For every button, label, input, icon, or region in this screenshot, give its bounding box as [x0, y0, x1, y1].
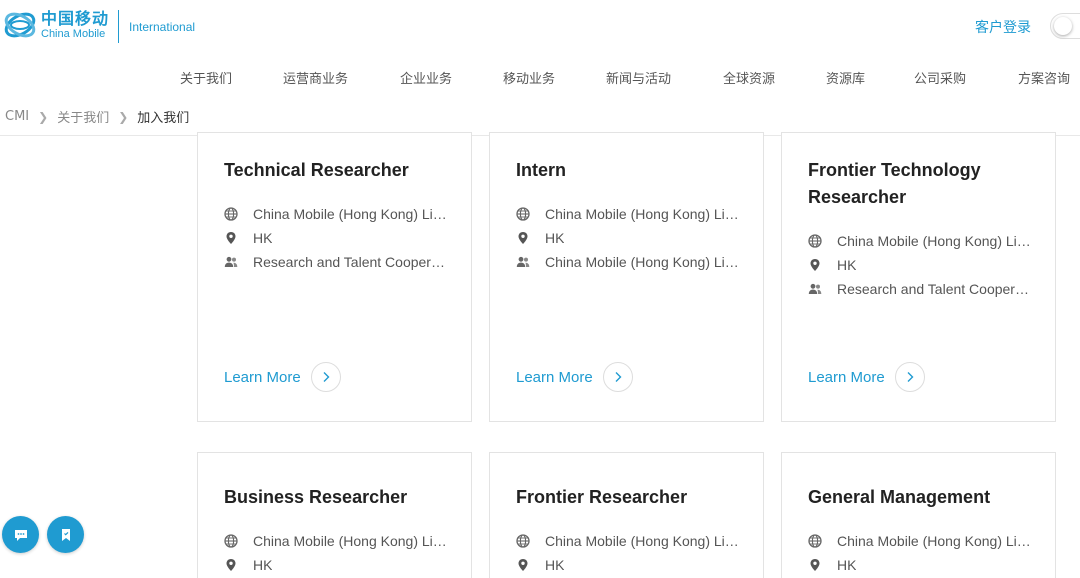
- people-icon: [808, 282, 822, 296]
- learn-more-label[interactable]: Learn More: [224, 369, 301, 386]
- job-card[interactable]: Frontier Technology Researcher China Mob…: [781, 132, 1056, 422]
- job-location: HK: [516, 226, 564, 250]
- job-company: China Mobile (Hong Kong) Limited: [516, 202, 740, 226]
- main-nav: 关于我们 运营商业务 企业业务 移动业务 新闻与活动 全球资源 资源库 公司采购…: [0, 68, 1080, 88]
- nav-item-about[interactable]: 关于我们: [180, 68, 232, 87]
- job-card[interactable]: Technical Researcher China Mobile (Hong …: [197, 132, 472, 422]
- job-title: Business Researcher: [224, 487, 408, 507]
- learn-more-label[interactable]: Learn More: [808, 369, 885, 386]
- globe-icon: [516, 207, 530, 221]
- learn-more-label[interactable]: Learn More: [516, 369, 593, 386]
- job-company: China Mobile (Hong Kong) Limited: [808, 229, 1032, 253]
- nav-item-library[interactable]: 资源库: [826, 68, 865, 87]
- chat-bubble-icon: [14, 529, 27, 541]
- chevron-right-icon[interactable]: [602, 362, 633, 392]
- location-pin-icon: [516, 558, 530, 572]
- learn-more-link[interactable]: Learn More: [808, 362, 925, 392]
- brand-name-cn: 中国移动: [41, 8, 110, 28]
- people-icon: [224, 255, 238, 269]
- job-department: Research and Talent Cooperation: [808, 277, 1032, 301]
- toggle-knob: [1054, 17, 1072, 35]
- china-mobile-logo-icon: [4, 12, 36, 38]
- globe-icon: [516, 534, 530, 548]
- location-pin-icon: [516, 231, 530, 245]
- job-title: Frontier Technology Researcher: [808, 160, 981, 207]
- job-card[interactable]: General Management China Mobile (Hong Ko…: [781, 452, 1056, 578]
- learn-more-link[interactable]: Learn More: [516, 362, 633, 392]
- nav-item-enterprise[interactable]: 企业业务: [400, 68, 452, 87]
- bookmark-icon: [61, 528, 70, 541]
- breadcrumb-home[interactable]: CMI: [5, 109, 29, 124]
- brand-logo[interactable]: 中国移动 China Mobile: [3, 8, 109, 42]
- globe-icon: [224, 534, 238, 548]
- nav-item-consulting[interactable]: 方案咨询: [1018, 68, 1070, 87]
- breadcrumb-current: 加入我们: [137, 111, 190, 126]
- people-icon: [516, 255, 530, 269]
- brand-suffix: International: [129, 20, 196, 34]
- job-title: Intern: [516, 160, 567, 180]
- job-company: China Mobile (Hong Kong) Limited: [516, 529, 740, 553]
- logo-divider: [118, 10, 119, 43]
- location-pin-icon: [224, 558, 238, 572]
- nav-item-mobile[interactable]: 移动业务: [503, 68, 555, 87]
- job-company: China Mobile (Hong Kong) Limited: [224, 202, 448, 226]
- nav-item-carrier[interactable]: 运营商业务: [283, 68, 348, 87]
- login-link[interactable]: 客户登录: [975, 17, 1031, 37]
- job-location: HK: [224, 226, 272, 250]
- job-location: HK: [808, 253, 856, 277]
- job-location: HK: [224, 553, 272, 577]
- chevron-right-icon[interactable]: [310, 362, 341, 392]
- job-department: Research and Talent Cooperation: [224, 250, 448, 274]
- job-title: General Management: [808, 487, 991, 507]
- brand-name-en: China Mobile: [41, 27, 106, 40]
- globe-icon: [808, 234, 822, 248]
- nav-item-global[interactable]: 全球资源: [723, 68, 775, 87]
- job-location: HK: [808, 553, 856, 577]
- nav-item-news[interactable]: 新闻与活动: [606, 68, 671, 87]
- learn-more-link[interactable]: Learn More: [224, 362, 341, 392]
- chevron-right-icon[interactable]: [894, 362, 925, 392]
- job-title: Technical Researcher: [224, 160, 409, 180]
- job-card[interactable]: Frontier Researcher China Mobile (Hong K…: [489, 452, 764, 578]
- location-pin-icon: [808, 258, 822, 272]
- location-pin-icon: [808, 558, 822, 572]
- globe-icon: [808, 534, 822, 548]
- job-card[interactable]: Business Researcher China Mobile (Hong K…: [197, 452, 472, 578]
- nav-item-procurement[interactable]: 公司采购: [914, 68, 966, 87]
- chat-button[interactable]: [2, 516, 39, 553]
- job-location: HK: [516, 553, 564, 577]
- breadcrumb-chevron-icon: ❯: [118, 109, 129, 124]
- job-title: Frontier Researcher: [516, 487, 688, 507]
- bookmark-button[interactable]: [47, 516, 84, 553]
- breadcrumb-chevron-icon: ❯: [38, 109, 49, 124]
- job-company: China Mobile (Hong Kong) Limited: [224, 529, 448, 553]
- job-department: China Mobile (Hong Kong) Limited: [516, 250, 740, 274]
- breadcrumb: CMI ❯ 关于我们 ❯ 加入我们: [5, 107, 189, 126]
- globe-icon: [224, 207, 238, 221]
- location-pin-icon: [224, 231, 238, 245]
- job-card[interactable]: Intern China Mobile (Hong Kong) Limited …: [489, 132, 764, 422]
- job-company: China Mobile (Hong Kong) Limited: [808, 529, 1032, 553]
- toggle-switch[interactable]: [1050, 13, 1080, 39]
- site-header: 中国移动 China Mobile International 客户登录: [0, 0, 1080, 56]
- breadcrumb-about[interactable]: 关于我们: [57, 107, 109, 126]
